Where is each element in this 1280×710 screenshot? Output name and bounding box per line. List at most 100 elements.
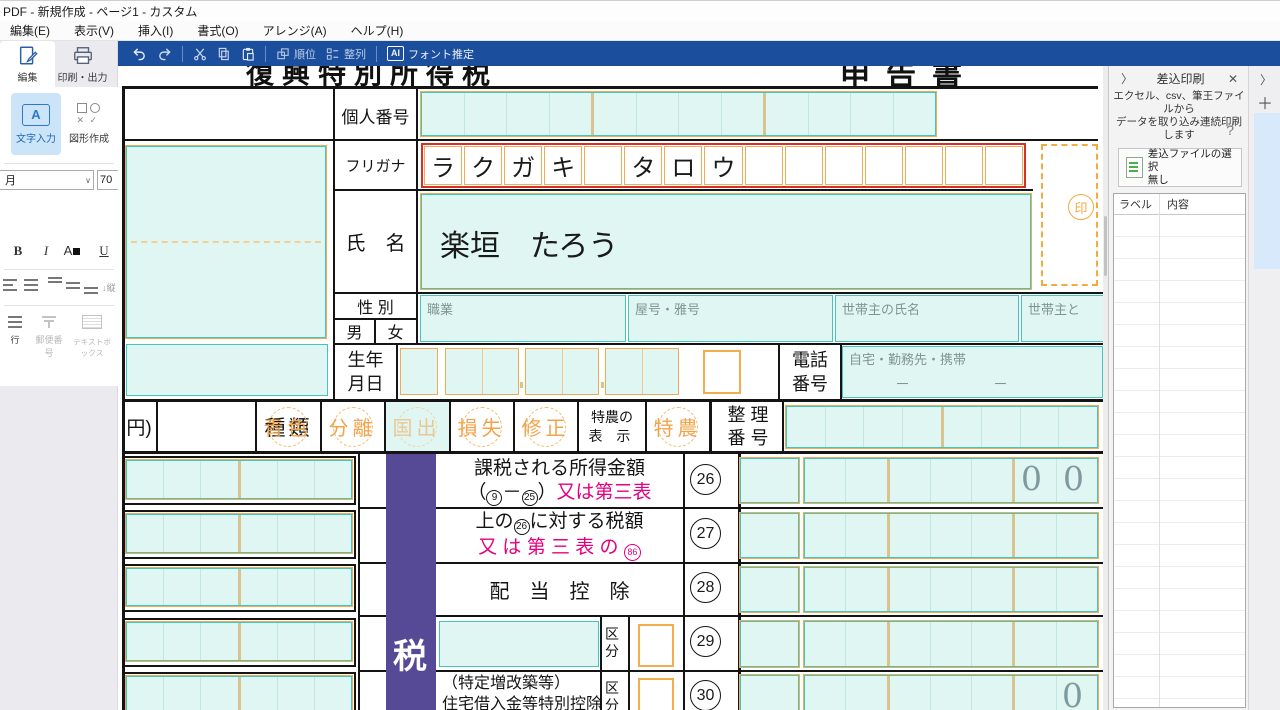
row28-box-lead[interactable] (740, 567, 799, 612)
copy-button[interactable] (217, 47, 231, 61)
amount-boxes[interactable] (126, 568, 352, 606)
table-row[interactable] (1114, 545, 1245, 567)
birth-month-field[interactable] (525, 348, 599, 395)
amount-boxes[interactable] (126, 514, 352, 553)
row27-boxes[interactable] (804, 513, 1098, 558)
textbox-button[interactable]: テキストボックス (68, 315, 116, 360)
line-number-button[interactable]: 行 (2, 315, 28, 346)
householder-relation-field[interactable]: 世帯主と (1021, 295, 1103, 342)
underline-button[interactable]: U (94, 243, 114, 259)
birth-year-field[interactable] (445, 348, 519, 395)
table-row[interactable] (1114, 567, 1245, 589)
table-row[interactable] (1114, 523, 1245, 545)
type-option-kokushutsu[interactable]: 国出 (384, 402, 449, 451)
row29-box-lead[interactable] (740, 621, 799, 667)
panel-collapse-icon[interactable]: 〉 (1121, 70, 1133, 87)
undo-button[interactable] (132, 47, 147, 61)
font-name-select[interactable]: 月 ∨ (0, 170, 94, 190)
menu-view[interactable]: 表示(V) (74, 22, 114, 39)
row26-box-lead[interactable] (740, 458, 799, 503)
row30-kubun-box[interactable] (638, 678, 674, 710)
merge-file-select-button[interactable]: 差込ファイルの選択 無し (1118, 148, 1242, 187)
table-row[interactable] (1114, 237, 1245, 259)
add-page-icon[interactable]: ＋ (1257, 90, 1273, 114)
amount-boxes[interactable] (126, 676, 352, 710)
householder-field[interactable]: 世帯主の氏名 (835, 295, 1019, 342)
type-option-tokuno[interactable]: 特農 (645, 402, 710, 451)
table-row[interactable] (1114, 369, 1245, 391)
menu-format[interactable]: 書式(O) (197, 22, 238, 39)
table-row[interactable] (1114, 611, 1245, 633)
table-row[interactable] (1114, 325, 1245, 347)
table-row[interactable] (1114, 655, 1245, 677)
row28-boxes[interactable] (804, 567, 1098, 612)
redo-button[interactable] (157, 47, 172, 61)
table-row[interactable] (1114, 303, 1245, 325)
table-row[interactable] (1114, 215, 1245, 237)
seiri-number-field[interactable] (786, 406, 1098, 448)
text-input-tool[interactable]: A 文字入力 (11, 93, 61, 155)
table-row[interactable] (1114, 699, 1245, 710)
tab-edit[interactable]: 編集 (0, 41, 55, 87)
menu-arrange[interactable]: アレンジ(A) (263, 22, 327, 39)
shape-tool[interactable]: ✕✓ 図形作成 (64, 93, 114, 155)
name-field[interactable]: 楽垣 たろう (421, 194, 1031, 289)
row27-box-lead[interactable] (740, 513, 799, 558)
type-option-blue[interactable]: 青色 (255, 402, 320, 451)
menu-help[interactable]: ヘルプ(H) (351, 22, 404, 39)
row29-boxes[interactable] (804, 621, 1098, 667)
paste-button[interactable] (241, 47, 255, 61)
occupation-field[interactable]: 職業 (420, 295, 626, 342)
scrollbar-thumb[interactable] (1104, 216, 1107, 276)
order-button[interactable]: 順位 (276, 46, 316, 62)
table-row[interactable] (1114, 413, 1245, 435)
address-field-2[interactable] (126, 344, 328, 396)
table-row[interactable] (1114, 259, 1245, 281)
trade-name-field[interactable]: 屋号・雅号 (628, 295, 833, 342)
justify-both-icon[interactable] (24, 279, 39, 291)
row29-kubun-box[interactable] (638, 624, 674, 667)
amount-boxes[interactable] (126, 622, 352, 661)
address-field[interactable] (126, 146, 326, 338)
birth-extra-box[interactable] (703, 350, 741, 394)
table-row[interactable] (1114, 457, 1245, 479)
vertical-text-button[interactable]: ↓縦 (102, 281, 116, 294)
row30-boxes[interactable] (804, 675, 1098, 710)
pages-collapse-icon[interactable]: 〉 (1260, 71, 1272, 88)
menu-insert[interactable]: 挿入(I) (138, 22, 173, 39)
justify-left-icon[interactable] (3, 279, 18, 291)
amount-boxes[interactable] (126, 460, 352, 499)
birth-era-field[interactable] (400, 348, 438, 395)
table-row[interactable] (1114, 281, 1245, 303)
italic-button[interactable]: I (36, 243, 56, 259)
phone-field[interactable]: 自宅・勤務先・携帯 － － (842, 346, 1103, 398)
font-estimate-button[interactable]: AI フォント推定 (387, 46, 474, 62)
type-option-shusei[interactable]: 修正 (513, 402, 578, 451)
table-row[interactable] (1114, 677, 1245, 699)
help-icon[interactable]: ? (1226, 122, 1234, 138)
table-row[interactable] (1114, 435, 1245, 457)
type-option-bunri[interactable]: 分離 (320, 402, 385, 451)
align-top-icon[interactable] (48, 277, 63, 289)
bold-button[interactable]: B (8, 243, 28, 259)
personal-number-field[interactable] (421, 92, 936, 136)
row26-boxes[interactable] (804, 458, 1098, 503)
align-bottom-icon[interactable] (84, 283, 99, 295)
page-thumbnail[interactable] (1254, 113, 1280, 269)
birth-day-field[interactable] (605, 348, 679, 395)
row30-box-lead[interactable] (740, 675, 799, 710)
panel-close-icon[interactable]: ✕ (1228, 72, 1238, 86)
table-row[interactable] (1114, 589, 1245, 611)
tab-print-output[interactable]: 印刷・出力 (55, 41, 110, 87)
font-color-button[interactable]: A (62, 243, 82, 258)
table-row[interactable] (1114, 633, 1245, 655)
row29-field[interactable] (439, 621, 599, 667)
cut-button[interactable] (193, 47, 207, 61)
postal-code-button[interactable]: 郵便番号 (32, 315, 66, 359)
type-option-sonshitsu[interactable]: 損失 (449, 402, 514, 451)
align-button[interactable]: 整列 (326, 46, 366, 62)
furigana-field[interactable]: ラクガキタロウ (421, 143, 1026, 188)
table-row[interactable] (1114, 347, 1245, 369)
table-row[interactable] (1114, 479, 1245, 501)
table-row[interactable] (1114, 391, 1245, 413)
